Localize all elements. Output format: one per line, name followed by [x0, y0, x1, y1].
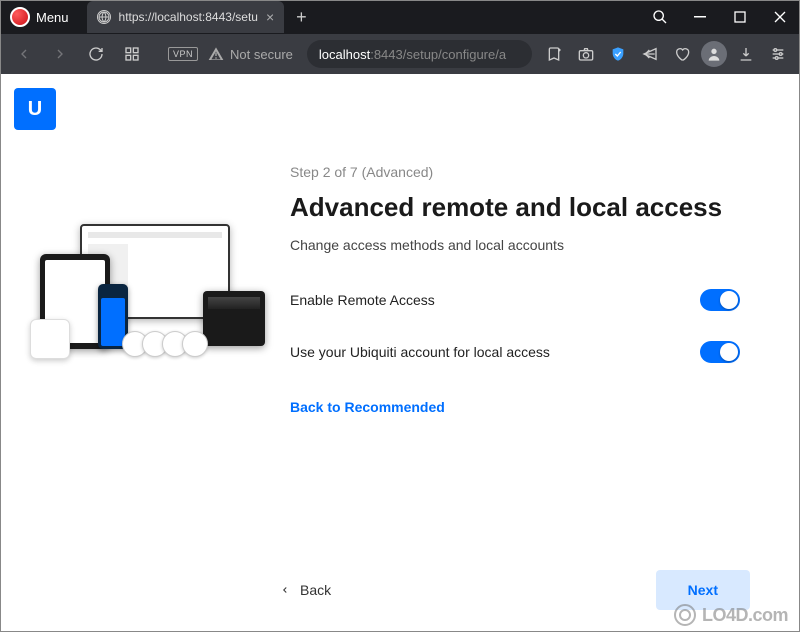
- window-maximize-icon[interactable]: [720, 0, 760, 34]
- window-close-icon[interactable]: [760, 0, 800, 34]
- snapshot-camera-icon[interactable]: [572, 40, 600, 68]
- tab-close-icon[interactable]: ×: [266, 9, 274, 25]
- easy-setup-icon[interactable]: [764, 40, 792, 68]
- watermark-text: LO4D.com: [702, 605, 788, 626]
- opera-logo-icon: [10, 7, 30, 27]
- reload-icon[interactable]: [80, 38, 112, 70]
- step-indicator: Step 2 of 7 (Advanced): [290, 164, 740, 180]
- watermark-target-icon: [674, 604, 696, 626]
- setting-label: Enable Remote Access: [290, 292, 435, 308]
- next-label: Next: [688, 582, 718, 598]
- security-indicator[interactable]: Not secure: [202, 46, 299, 62]
- address-path: :8443/setup/configure/a: [370, 47, 506, 62]
- toggle-remote-access[interactable]: [700, 289, 740, 311]
- bookmark-add-icon[interactable]: [540, 40, 568, 68]
- page-content: U Step 2 of 7 (Advanced) Advanced remote…: [0, 74, 800, 632]
- address-bar[interactable]: localhost:8443/setup/configure/a: [307, 40, 532, 68]
- tab-title: https://localhost:8443/setu: [119, 10, 258, 24]
- back-to-recommended-link[interactable]: Back to Recommended: [290, 399, 445, 415]
- watermark: LO4D.com: [674, 604, 788, 626]
- speed-dial-icon[interactable]: [116, 38, 148, 70]
- nav-back-icon[interactable]: [8, 38, 40, 70]
- downloads-icon[interactable]: [732, 40, 760, 68]
- profile-avatar-icon[interactable]: [700, 40, 728, 68]
- setting-local-account: Use your Ubiquiti account for local acce…: [290, 341, 740, 363]
- warning-triangle-icon: [208, 46, 224, 62]
- setting-label: Use your Ubiquiti account for local acce…: [290, 344, 550, 360]
- menu-label: Menu: [36, 10, 69, 25]
- vpn-badge[interactable]: VPN: [168, 47, 198, 61]
- page-title: Advanced remote and local access: [290, 192, 740, 223]
- setting-remote-access: Enable Remote Access: [290, 289, 740, 311]
- back-button[interactable]: Back: [280, 582, 331, 598]
- back-label: Back: [300, 582, 331, 598]
- browser-toolbar: VPN Not secure localhost:8443/setup/conf…: [0, 34, 800, 74]
- not-secure-label: Not secure: [230, 47, 293, 62]
- browser-titlebar: Menu https://localhost:8443/setu × +: [0, 0, 800, 34]
- toggle-local-account[interactable]: [700, 341, 740, 363]
- logo-letter: U: [28, 98, 42, 121]
- send-icon[interactable]: [636, 40, 664, 68]
- tab-favicon-globe-icon: [97, 10, 111, 24]
- new-tab-button[interactable]: +: [284, 7, 319, 28]
- browser-tab[interactable]: https://localhost:8443/setu ×: [87, 1, 285, 33]
- opera-menu-button[interactable]: Menu: [0, 7, 79, 27]
- titlebar-search-icon[interactable]: [640, 0, 680, 34]
- page-subtitle: Change access methods and local accounts: [290, 237, 740, 253]
- unifi-logo[interactable]: U: [14, 88, 56, 130]
- heart-icon[interactable]: [668, 40, 696, 68]
- nav-forward-icon[interactable]: [44, 38, 76, 70]
- address-host: localhost: [319, 47, 370, 62]
- adblock-shield-icon[interactable]: [604, 40, 632, 68]
- window-minimize-icon[interactable]: [680, 0, 720, 34]
- product-hero-image: [30, 219, 270, 389]
- chevron-left-icon: [280, 583, 290, 597]
